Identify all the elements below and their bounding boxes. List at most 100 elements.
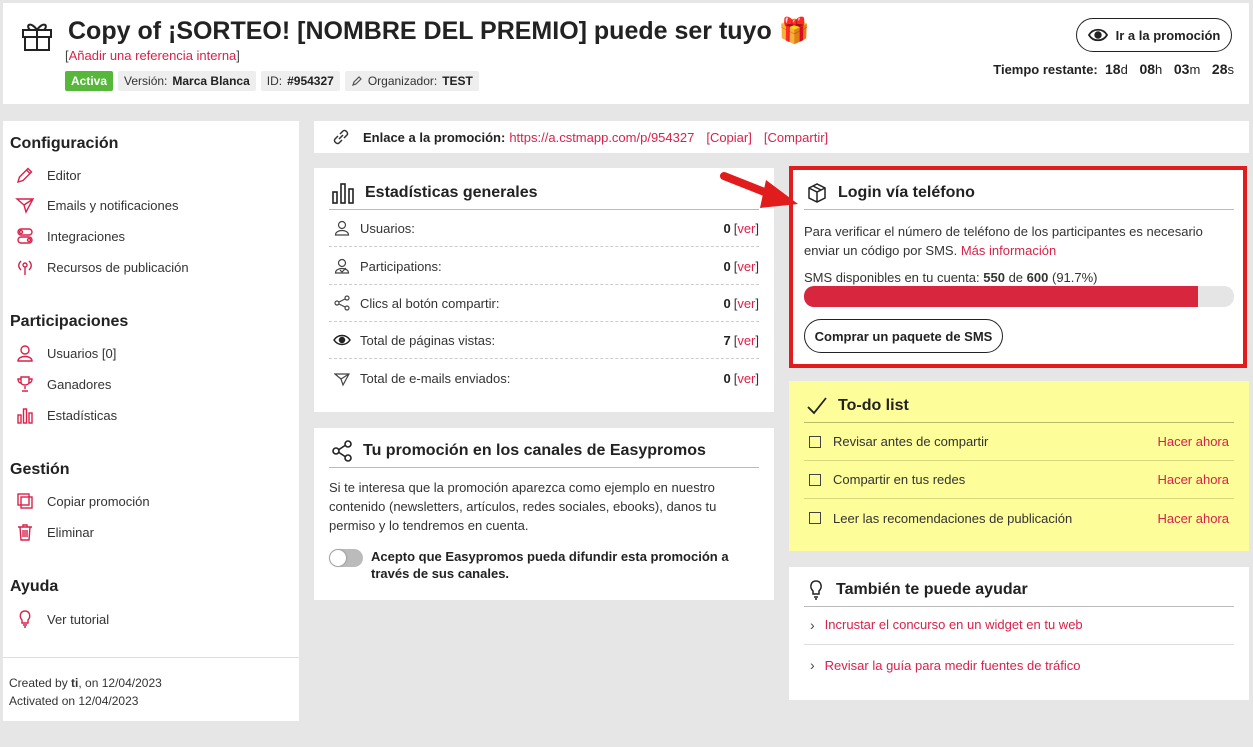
sms-progress-bar	[804, 286, 1234, 307]
badges: Activa Versión: Marca Blanca ID: #954327 O…	[65, 71, 479, 91]
sms-progress-fill	[804, 286, 1199, 307]
ver-clics-link[interactable]: ver	[737, 296, 755, 311]
eye-icon	[1087, 28, 1108, 42]
organizer-badge: Organizador: TEST	[344, 71, 479, 91]
add-reference-link[interactable]: Añadir una referencia interna	[69, 48, 237, 63]
goto-promotion-button[interactable]: Ir a la promoción	[1076, 18, 1232, 52]
eye-icon	[332, 330, 352, 350]
lightbulb-icon	[19, 610, 31, 628]
help-link[interactable]: Incrustar el concurso en un widget en tu…	[825, 617, 1083, 632]
section-participaciones: Participaciones	[10, 313, 129, 330]
todo-item: Revisar antes de compartir Hacer ahora	[804, 423, 1234, 461]
ver-usuarios-link[interactable]: ver	[737, 221, 755, 236]
created-info: Created by ti, on 12/04/2023	[9, 676, 162, 690]
stat-row-paginas: Total de páginas vistas: 7 [ver]	[329, 322, 759, 359]
sidebar-item-integraciones[interactable]: Integraciones	[15, 226, 125, 246]
time-remaining: Tiempo restante: 18d 08h 03m 28s	[993, 61, 1234, 77]
help-link[interactable]: Revisar la guía para medir fuentes de tr…	[825, 658, 1081, 673]
do-now-link[interactable]: Hacer ahora	[1157, 511, 1229, 526]
internal-reference: [Añadir una referencia interna]	[65, 48, 240, 63]
sidebar-footer: Created by ti, on 12/04/2023 Activated o…	[3, 657, 299, 726]
send-icon	[15, 198, 35, 214]
section-ayuda: Ayuda	[10, 578, 59, 595]
sidebar-item-eliminar[interactable]: Eliminar	[15, 522, 94, 542]
sidebar-item-recursos[interactable]: Recursos de publicación	[15, 257, 189, 277]
package-icon	[808, 182, 826, 203]
stat-row-usuarios: Usuarios: 0 [ver]	[329, 210, 759, 247]
lightbulb-icon	[810, 579, 822, 600]
trophy-icon	[17, 376, 33, 392]
sidebar-item-editor[interactable]: Editor	[15, 165, 81, 185]
share-link[interactable]: [Compartir]	[764, 130, 828, 145]
ver-participations-link[interactable]: ver	[737, 259, 755, 274]
share-icon	[332, 439, 352, 462]
help-item[interactable]: › Incrustar el concurso en un widget en …	[804, 605, 1234, 645]
todo-checkbox[interactable]	[809, 512, 821, 524]
user-icon	[17, 345, 33, 362]
gift-emoji: 🎁	[778, 17, 810, 45]
share-icon	[332, 293, 352, 313]
channels-toggle[interactable]	[329, 549, 363, 567]
login-title: Login vía teléfono	[804, 176, 1234, 210]
checkmark-icon	[807, 396, 827, 414]
id-badge: ID: #954327	[260, 71, 340, 91]
login-text: Para verificar el número de teléfono de …	[804, 224, 1203, 258]
send-icon	[332, 369, 352, 389]
stat-row-participations: Participations: 0 [ver]	[329, 248, 759, 285]
sidebar-item-tutorial[interactable]: Ver tutorial	[15, 609, 109, 629]
copy-icon	[17, 493, 33, 509]
promotion-link-bar: Enlace a la promoción: https://a.cstmapp…	[314, 121, 1249, 153]
section-gestion: Gestión	[10, 461, 70, 478]
do-now-link[interactable]: Hacer ahora	[1157, 472, 1229, 487]
pencil-icon	[351, 76, 362, 86]
more-info-link[interactable]: Más información	[961, 243, 1056, 258]
stat-row-clics: Clics al botón compartir: 0 [ver]	[329, 285, 759, 322]
todo-item: Compartir en tus redes Hacer ahora	[804, 461, 1234, 499]
activated-info: Activated on 12/04/2023	[9, 694, 139, 708]
broadcast-icon	[18, 260, 32, 275]
ver-emails-link[interactable]: ver	[737, 371, 755, 386]
stat-row-emails: Total de e-mails enviados: 0 [ver]	[329, 360, 759, 397]
section-configuracion: Configuración	[10, 135, 119, 152]
todo-checkbox[interactable]	[809, 435, 821, 448]
bar-chart-icon	[332, 182, 354, 204]
copy-link[interactable]: [Copiar]	[706, 130, 752, 145]
sidebar-item-estadisticas[interactable]: Estadísticas	[15, 405, 117, 425]
sms-count: SMS disponibles en tu cuenta: 550 de 600…	[804, 270, 1098, 285]
help-card: También te puede ayudar › Incrustar el c…	[789, 567, 1249, 700]
ver-paginas-link[interactable]: ver	[737, 333, 755, 348]
sidebar-item-copiar[interactable]: Copiar promoción	[15, 491, 150, 511]
help-item[interactable]: › Revisar la guía para medir fuentes de …	[804, 645, 1234, 685]
sidebar-item-emails[interactable]: Emails y notificaciones	[15, 195, 179, 215]
red-arrow-annotation	[720, 172, 798, 208]
channels-text: Si te interesa que la promoción aparezca…	[329, 480, 717, 533]
channels-title: Tu promoción en los canales de Easypromo…	[329, 434, 759, 468]
page-title: Copy of ¡SORTEO! [NOMBRE DEL PREMIO] pue…	[68, 17, 810, 45]
chevron-right-icon: ›	[810, 616, 815, 633]
bar-chart-icon	[17, 408, 33, 424]
toggle-label: Acepto que Easypromos pueda difundir est…	[371, 549, 729, 581]
buy-sms-button[interactable]: Comprar un paquete de SMS	[804, 319, 1003, 353]
stats-title: Estadísticas generales	[329, 176, 759, 210]
sidebar-item-usuarios[interactable]: Usuarios [0]	[15, 343, 116, 363]
sidebar-item-ganadores[interactable]: Ganadores	[15, 374, 111, 394]
user-icon	[332, 218, 352, 238]
user-check-icon	[332, 256, 352, 276]
link-label: Enlace a la promoción:	[363, 129, 506, 145]
version-badge: Versión: Marca Blanca	[118, 71, 256, 91]
todo-title: To-do list	[804, 389, 1234, 423]
do-now-link[interactable]: Hacer ahora	[1157, 434, 1229, 449]
help-title: También te puede ayudar	[804, 573, 1234, 607]
header: Copy of ¡SORTEO! [NOMBRE DEL PREMIO] pue…	[3, 3, 1249, 104]
chevron-right-icon: ›	[810, 657, 815, 673]
link-icon	[333, 129, 349, 145]
pencil-icon	[16, 167, 33, 184]
sidebar: Configuración Editor Emails y notificaci…	[3, 121, 299, 721]
todo-card: To-do list Revisar antes de compartir Ha…	[789, 381, 1249, 551]
stats-card: Estadísticas generales Usuarios: 0 [ver]…	[314, 168, 774, 412]
status-badge: Activa	[65, 71, 114, 91]
promotion-url-link[interactable]: https://a.cstmapp.com/p/954327	[509, 130, 694, 145]
gift-icon	[22, 23, 52, 51]
toggles-icon	[17, 228, 33, 244]
todo-checkbox[interactable]	[809, 473, 821, 486]
